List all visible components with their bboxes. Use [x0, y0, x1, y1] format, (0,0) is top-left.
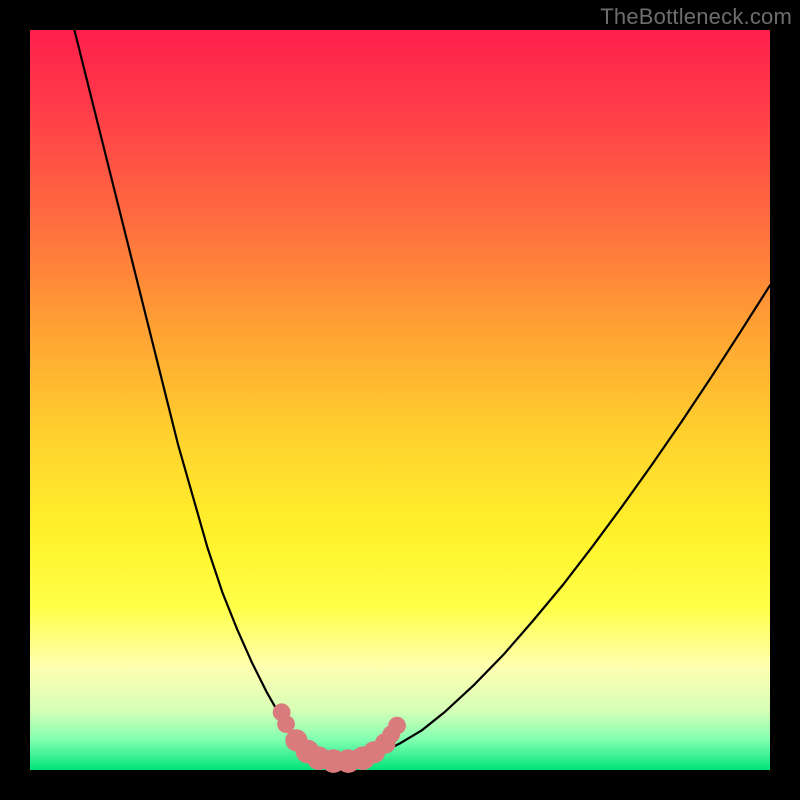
chart-svg	[30, 30, 770, 770]
chart-stage: TheBottleneck.com	[0, 0, 800, 800]
valley-marker	[388, 717, 406, 735]
left-curve	[74, 30, 318, 758]
plot-area	[30, 30, 770, 770]
watermark-text: TheBottleneck.com	[600, 4, 792, 30]
right-curve	[370, 285, 770, 756]
valley-markers	[273, 703, 406, 773]
